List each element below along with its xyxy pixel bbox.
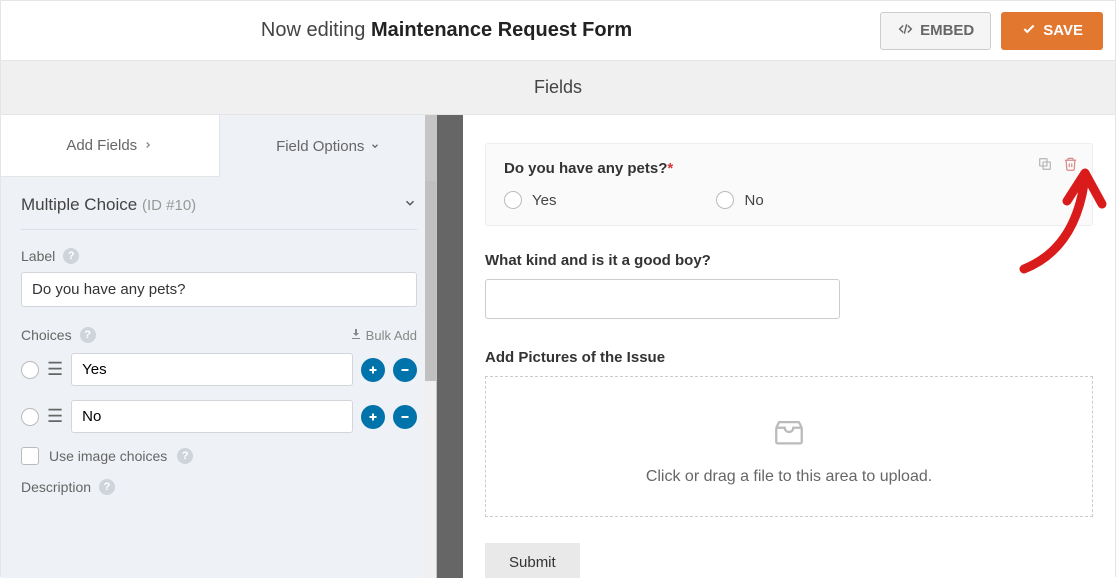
help-icon[interactable]: ? xyxy=(80,327,96,343)
field-type: Multiple Choice xyxy=(21,195,137,214)
submit-label: Submit xyxy=(509,554,556,571)
field-card-pets[interactable]: Do you have any pets?* Yes No xyxy=(485,143,1093,226)
scrollbar[interactable] xyxy=(425,115,437,578)
text-input[interactable] xyxy=(485,279,840,319)
download-icon xyxy=(350,328,362,343)
help-icon[interactable]: ? xyxy=(99,479,115,495)
tab-add-fields[interactable]: Add Fields xyxy=(1,115,220,177)
check-icon xyxy=(1021,22,1037,40)
default-radio[interactable] xyxy=(21,361,39,379)
main-area: Add Fields Field Options Multiple Choice… xyxy=(1,115,1115,578)
upload-icon xyxy=(486,415,1092,454)
chevron-down-icon xyxy=(403,195,417,215)
embed-label: EMBED xyxy=(920,22,974,39)
default-radio[interactable] xyxy=(21,408,39,426)
image-choices-checkbox[interactable] xyxy=(21,447,39,465)
add-choice-button[interactable] xyxy=(361,405,385,429)
chevron-right-icon xyxy=(143,137,153,154)
chevron-down-icon xyxy=(370,138,380,155)
choices-head: Choices ? Bulk Add xyxy=(21,327,417,343)
editing-prefix: Now editing xyxy=(261,19,366,41)
radio-label: Yes xyxy=(532,192,556,209)
choice-row: ☰ xyxy=(21,353,417,386)
embed-button[interactable]: EMBED xyxy=(880,12,991,50)
upload-text: Click or drag a file to this area to upl… xyxy=(486,468,1092,486)
remove-choice-button[interactable] xyxy=(393,358,417,382)
description-heading-row: Description ? xyxy=(21,479,417,495)
left-tabs: Add Fields Field Options xyxy=(1,115,437,177)
help-icon[interactable]: ? xyxy=(177,448,193,464)
field-id: (ID #10) xyxy=(142,197,196,214)
drag-handle-icon[interactable]: ☰ xyxy=(47,406,63,427)
form-title: Maintenance Request Form xyxy=(371,19,632,41)
fields-bar: Fields xyxy=(1,61,1115,115)
field-upload[interactable]: Add Pictures of the Issue Click or drag … xyxy=(485,349,1093,517)
form-preview: Do you have any pets?* Yes No What kind … xyxy=(463,115,1115,578)
choices-heading: Choices xyxy=(21,327,72,343)
tab-add-fields-label: Add Fields xyxy=(66,137,137,154)
bulk-add-link[interactable]: Bulk Add xyxy=(350,328,417,343)
panel-head[interactable]: Multiple Choice (ID #10) xyxy=(21,195,417,230)
upload-dropzone[interactable]: Click or drag a file to this area to upl… xyxy=(485,376,1093,517)
upload-heading: Add Pictures of the Issue xyxy=(485,349,1093,366)
tab-field-options-label: Field Options xyxy=(276,138,364,155)
radio-icon xyxy=(716,191,734,209)
bulk-add-label: Bulk Add xyxy=(366,328,417,343)
field-options-panel: Multiple Choice (ID #10) Label ? Choices… xyxy=(1,177,437,521)
trash-icon[interactable] xyxy=(1063,156,1078,177)
label-heading-row: Label ? xyxy=(21,248,417,264)
submit-button[interactable]: Submit xyxy=(485,543,580,578)
image-choices-label: Use image choices xyxy=(49,448,167,464)
radio-option-yes[interactable]: Yes xyxy=(504,191,556,209)
label-heading: Label xyxy=(21,248,55,264)
remove-choice-button[interactable] xyxy=(393,405,417,429)
add-choice-button[interactable] xyxy=(361,358,385,382)
field-goodboy[interactable]: What kind and is it a good boy? xyxy=(485,252,1093,319)
duplicate-icon[interactable] xyxy=(1037,156,1053,177)
drag-handle-icon[interactable]: ☰ xyxy=(47,359,63,380)
card-actions xyxy=(1037,156,1078,177)
preview-question-label: Do you have any pets?* xyxy=(504,160,1074,177)
editor-header: Now editing Maintenance Request Form EMB… xyxy=(1,1,1115,61)
radio-label: No xyxy=(744,192,763,209)
label-input[interactable] xyxy=(21,272,417,307)
choice-input[interactable] xyxy=(71,353,353,386)
save-label: SAVE xyxy=(1043,22,1083,39)
choice-row: ☰ xyxy=(21,400,417,433)
description-heading: Description xyxy=(21,479,91,495)
code-icon xyxy=(897,22,914,40)
save-button[interactable]: SAVE xyxy=(1001,12,1103,50)
left-panel: Add Fields Field Options Multiple Choice… xyxy=(1,115,437,578)
image-choices-row: Use image choices ? xyxy=(21,447,417,465)
question-label: What kind and is it a good boy? xyxy=(485,252,1093,269)
radio-option-no[interactable]: No xyxy=(716,191,763,209)
radio-icon xyxy=(504,191,522,209)
header-title: Now editing Maintenance Request Form xyxy=(13,19,880,42)
panel-divider[interactable] xyxy=(437,115,463,578)
radio-group: Yes No xyxy=(504,191,1074,209)
help-icon[interactable]: ? xyxy=(63,248,79,264)
choice-input[interactable] xyxy=(71,400,353,433)
tab-field-options[interactable]: Field Options xyxy=(220,115,438,177)
fields-bar-label: Fields xyxy=(534,77,582,98)
